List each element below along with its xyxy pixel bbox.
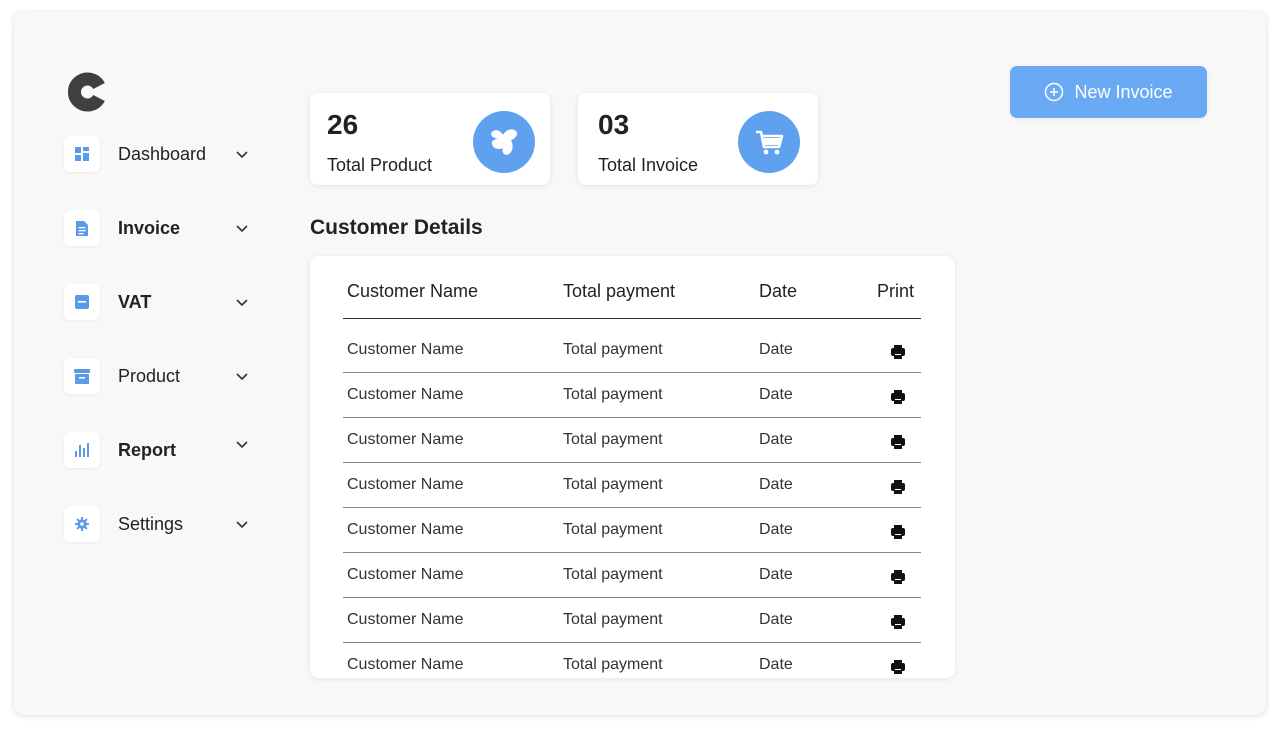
cell-date: Date — [759, 431, 793, 448]
dashboard-grid-icon — [75, 147, 89, 161]
sidebar-item-label: Report — [118, 440, 176, 460]
stat-label: Total Invoice — [598, 155, 699, 175]
chevron-down-icon[interactable] — [234, 436, 250, 452]
new-invoice-label: New Invoice — [1074, 81, 1173, 102]
nav-icon-box — [64, 358, 100, 394]
gear-icon — [75, 517, 89, 531]
table-row: Customer Name Total payment Date — [310, 418, 955, 463]
sidebar-item-label: Product — [118, 366, 181, 386]
table-row: Customer Name Total payment Date — [310, 373, 955, 418]
chevron-down-icon[interactable] — [234, 294, 250, 310]
nav-icon-box — [64, 284, 100, 320]
stat-value: 03 — [598, 109, 630, 140]
new-invoice-button[interactable]: New Invoice — [1010, 66, 1207, 118]
note-icon — [75, 295, 89, 309]
printer-icon[interactable] — [890, 479, 906, 495]
cell-date: Date — [759, 341, 793, 358]
column-header-customer-name: Customer Name — [347, 281, 479, 301]
cell-date: Date — [759, 611, 793, 628]
cell-total-payment: Total payment — [563, 656, 663, 673]
table-row: Customer Name Total payment Date — [310, 328, 955, 373]
printer-icon[interactable] — [890, 524, 906, 540]
column-header-date: Date — [759, 281, 798, 301]
cell-total-payment: Total payment — [563, 386, 663, 403]
cart-icon — [738, 111, 800, 173]
cell-total-payment: Total payment — [563, 476, 663, 493]
sidebar-item-product[interactable]: Product — [62, 356, 262, 396]
cell-customer-name: Customer Name — [347, 566, 464, 583]
chevron-down-icon[interactable] — [234, 146, 250, 162]
sidebar-item-settings[interactable]: Settings — [62, 504, 262, 544]
header-divider — [343, 318, 921, 319]
cell-customer-name: Customer Name — [347, 386, 464, 403]
chevron-down-icon[interactable] — [234, 516, 250, 532]
cell-date: Date — [759, 521, 793, 538]
archive-box-icon — [74, 368, 90, 384]
bar-chart-icon — [75, 443, 89, 457]
printer-icon[interactable] — [890, 434, 906, 450]
cell-total-payment: Total payment — [563, 431, 663, 448]
document-icon — [76, 220, 88, 236]
cell-customer-name: Customer Name — [347, 476, 464, 493]
cell-total-payment: Total payment — [563, 566, 663, 583]
cell-customer-name: Customer Name — [347, 341, 464, 358]
column-header-print: Print — [877, 281, 915, 301]
cell-total-payment: Total payment — [563, 611, 663, 628]
cell-date: Date — [759, 386, 793, 403]
cell-total-payment: Total payment — [563, 521, 663, 538]
cell-customer-name: Customer Name — [347, 521, 464, 538]
cell-total-payment: Total payment — [563, 341, 663, 358]
cell-date: Date — [759, 566, 793, 583]
nav-icon-box — [64, 136, 100, 172]
printer-icon[interactable] — [890, 614, 906, 630]
printer-icon[interactable] — [890, 659, 906, 675]
cell-customer-name: Customer Name — [347, 431, 464, 448]
c-logo-icon — [68, 72, 105, 112]
printer-icon[interactable] — [890, 569, 906, 585]
stat-card-total-invoice: 03 Total Invoice — [578, 93, 818, 185]
cell-date: Date — [759, 656, 793, 673]
stat-card-total-product: 26 Total Product — [310, 93, 550, 185]
customer-table: Customer Name Total payment Date Print C… — [310, 256, 955, 678]
sidebar-item-dashboard[interactable]: Dashboard — [62, 134, 262, 174]
column-header-total-payment: Total payment — [563, 281, 676, 301]
sidebar-item-label: Dashboard — [118, 144, 207, 164]
nav-icon-box — [64, 432, 100, 468]
sidebar-item-label: VAT — [118, 292, 152, 312]
app-window: Dashboard Invoice VAT Product Report Set… — [14, 12, 1266, 715]
section-title-customer-details: Customer Details — [310, 216, 483, 239]
sidebar-item-invoice[interactable]: Invoice — [62, 208, 262, 248]
table-row: Customer Name Total payment Date — [310, 598, 955, 643]
cell-customer-name: Customer Name — [347, 611, 464, 628]
sidebar-item-vat[interactable]: VAT — [62, 282, 262, 322]
nav-icon-box — [64, 210, 100, 246]
table-row: Customer Name Total payment Date — [310, 553, 955, 598]
sidebar-item-label: Invoice — [118, 218, 181, 238]
sidebar-item-report[interactable]: Report — [62, 430, 262, 470]
plus-circle-icon — [1045, 82, 1064, 102]
product-icon — [473, 111, 535, 173]
cell-date: Date — [759, 476, 793, 493]
table-row: Customer Name Total payment Date — [310, 508, 955, 553]
table-row: Customer Name Total payment Date — [310, 463, 955, 508]
chevron-down-icon[interactable] — [234, 220, 250, 236]
printer-icon[interactable] — [890, 344, 906, 360]
cell-customer-name: Customer Name — [347, 656, 464, 673]
stat-label: Total Product — [327, 155, 433, 175]
table-row: Customer Name Total payment Date — [310, 643, 955, 688]
nav-icon-box — [64, 506, 100, 542]
stat-value: 26 — [327, 109, 359, 140]
sidebar-item-label: Settings — [118, 514, 184, 534]
printer-icon[interactable] — [890, 389, 906, 405]
chevron-down-icon[interactable] — [234, 368, 250, 384]
